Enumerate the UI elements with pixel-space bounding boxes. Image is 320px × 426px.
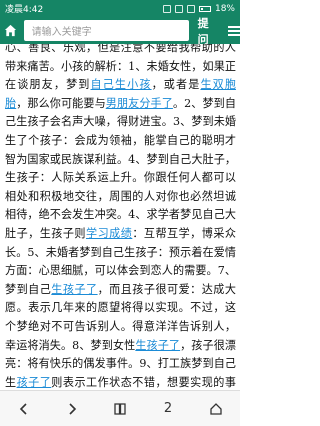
tab-count: 2 — [163, 401, 173, 416]
forward-button[interactable] — [60, 397, 84, 421]
article-link[interactable]: 学习成绩 — [86, 227, 132, 240]
status-time: 凌晨4:42 — [5, 5, 44, 15]
home-button[interactable] — [0, 17, 22, 44]
ask-button[interactable]: 提问 — [198, 15, 220, 47]
article-segment: ，或者是 — [151, 78, 201, 92]
article-link[interactable]: 男朋友分手了 — [106, 97, 173, 110]
home-page-button[interactable] — [204, 397, 228, 421]
article-content: 心、善良、乐观，但是注意不要给我帮助的人带来痛苦。小孩的解析：1、未婚女性，如果… — [0, 44, 240, 390]
chevron-right-icon — [69, 402, 77, 415]
search-placeholder: 请输入关键字 — [31, 27, 92, 38]
home-icon — [5, 24, 17, 37]
bookmarks-button[interactable] — [108, 397, 132, 421]
article-link[interactable]: 生孩子了 — [51, 283, 97, 296]
top-bar: 请输入关键字 提问 — [0, 15, 240, 47]
search-input[interactable]: 请输入关键字 — [23, 20, 189, 41]
article-link[interactable]: 生孩子了 — [135, 339, 180, 352]
article-text: 心、善良、乐观，但是注意不要给我帮助的人带来痛苦。小孩的解析：1、未婚女性，如果… — [5, 44, 236, 390]
article-link[interactable]: 自己生小孩 — [91, 78, 152, 91]
book-icon — [114, 402, 126, 415]
back-button[interactable] — [12, 397, 36, 421]
status-icons: 18% — [162, 3, 235, 14]
battery-icon — [198, 5, 211, 12]
home-outline-icon — [210, 402, 222, 415]
article-link[interactable]: 孩子了 — [17, 376, 52, 389]
tabs-button[interactable]: 2 — [156, 397, 180, 421]
battery-level: 18% — [214, 3, 235, 14]
menu-icon[interactable] — [228, 25, 240, 37]
wifi-icon — [174, 4, 183, 13]
article-segment: 。2、梦到自己生孩子会名声大噪，得财进宝。3、梦到未婚生了个孩子：会成为领袖，能… — [5, 96, 236, 240]
alarm-icon — [162, 4, 171, 13]
bottom-toolbar: 2 — [0, 390, 240, 426]
chevron-left-icon — [19, 402, 27, 415]
article-segment: ，那么你可能要与 — [16, 96, 106, 110]
signal-icon — [186, 4, 195, 13]
